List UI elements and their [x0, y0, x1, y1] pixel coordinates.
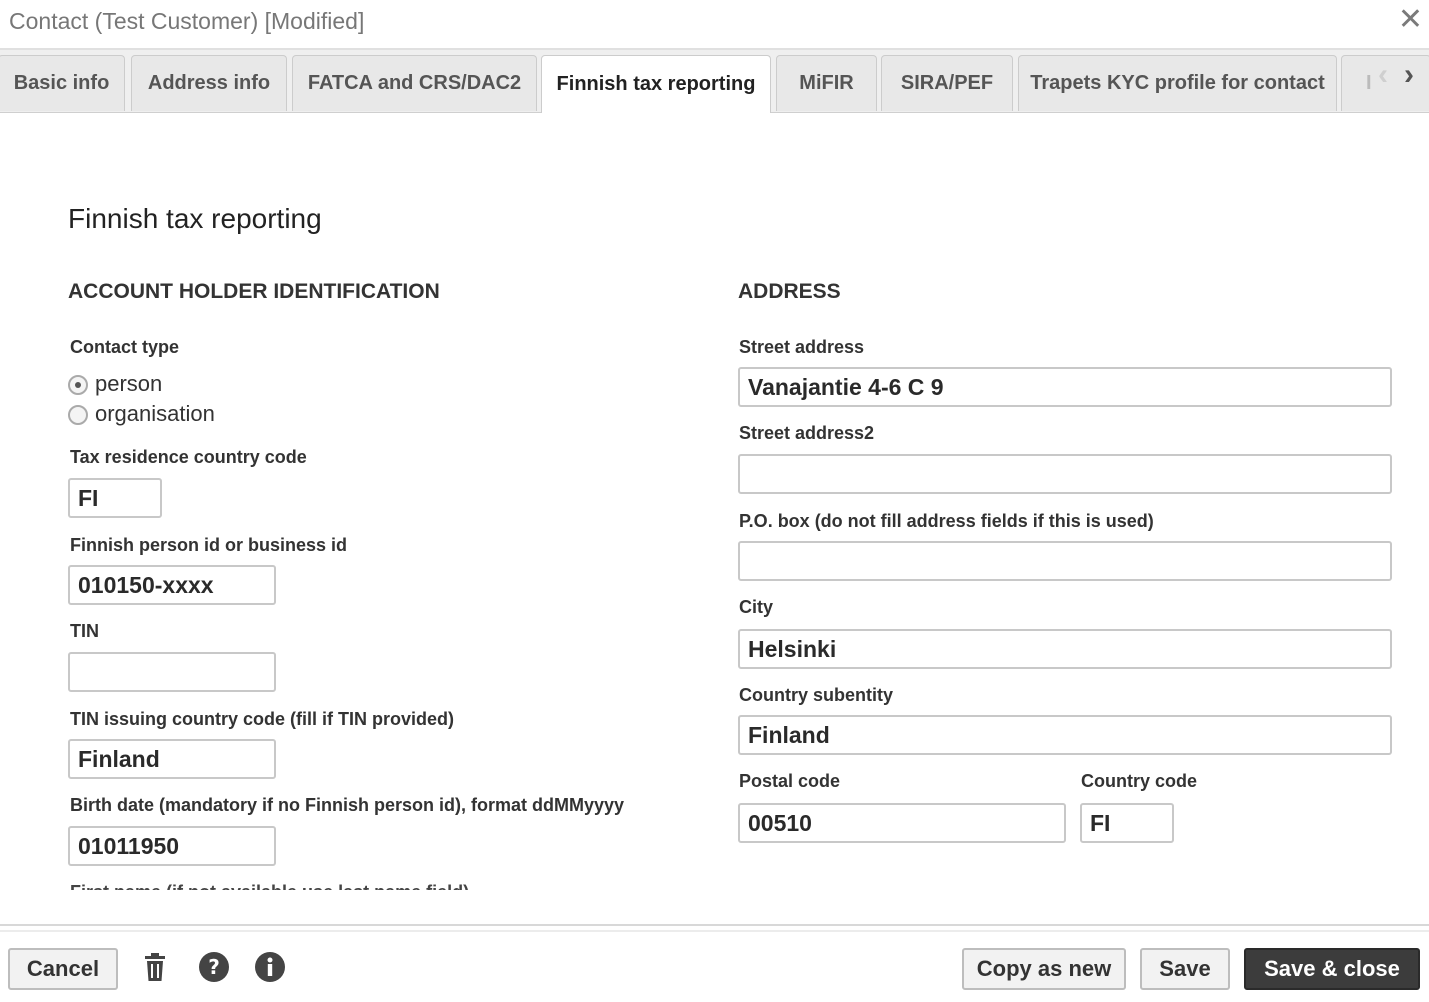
subentity-label: Country subentity [739, 685, 894, 705]
cancel-button[interactable]: Cancel [8, 948, 118, 990]
radio-organisation-label: organisation [95, 401, 215, 426]
street2-label: Street address2 [739, 423, 875, 443]
trash-icon[interactable] [139, 951, 171, 983]
tab-sira-pef[interactable]: SIRA/PEF [881, 55, 1013, 111]
tin-country-input[interactable]: Finland [68, 739, 276, 779]
save-button[interactable]: Save [1140, 948, 1230, 990]
tab-label: Address info [147, 72, 271, 94]
country-code-input[interactable]: FI [1080, 803, 1174, 843]
person-id-input[interactable]: 010150-xxxx [68, 565, 276, 605]
tin-input[interactable] [68, 652, 276, 692]
street2-input[interactable] [738, 454, 1392, 494]
tab-finnish-tax-reporting[interactable]: Finnish tax reporting [541, 55, 771, 113]
country-code-label: Country code [1081, 771, 1198, 791]
close-icon[interactable]: ✕ [1398, 5, 1423, 35]
tab-mifir[interactable]: MiFIR [776, 55, 877, 111]
chevron-right-icon[interactable]: › [1404, 60, 1414, 90]
tab-label: Finnish tax reporting [556, 73, 756, 95]
chevron-left-icon[interactable]: ‹ [1378, 60, 1388, 90]
subentity-input[interactable]: Finland [738, 715, 1392, 755]
help-icon[interactable]: ? [198, 951, 230, 983]
radio-person[interactable] [68, 375, 88, 395]
section-address: ADDRESS [738, 280, 841, 303]
street-label: Street address [739, 337, 865, 357]
contact-type-label: Contact type [70, 337, 180, 357]
tab-address-info[interactable]: Address info [131, 55, 287, 111]
tab-label: I [1366, 72, 1372, 94]
pobox-label: P.O. box (do not fill address fields if … [739, 511, 1154, 531]
tin-country-label: TIN issuing country code (fill if TIN pr… [70, 709, 455, 729]
window-title: Contact (Test Customer) [Modified] [9, 8, 365, 34]
city-input[interactable]: Helsinki [738, 629, 1392, 669]
tab-basic-info[interactable]: Basic info [0, 55, 125, 111]
street-input[interactable]: Vanajantie 4-6 C 9 [738, 367, 1392, 407]
pobox-input[interactable] [738, 541, 1392, 581]
person-id-label: Finnish person id or business id [70, 535, 348, 555]
info-icon[interactable] [254, 951, 286, 983]
birth-date-input[interactable]: 01011950 [68, 826, 276, 866]
radio-organisation[interactable] [68, 405, 88, 425]
postal-code-input[interactable]: 00510 [738, 803, 1066, 843]
postal-code-label: Postal code [739, 771, 841, 791]
tab-label: FATCA and CRS/DAC2 [307, 72, 522, 94]
section-account-holder: ACCOUNT HOLDER IDENTIFICATION [68, 280, 440, 303]
city-label: City [739, 597, 774, 617]
first-name-label: First name (if not available use last na… [70, 882, 469, 890]
tab-label: Trapets KYC profile for contact [1030, 72, 1325, 94]
birth-date-label: Birth date (mandatory if no Finnish pers… [70, 795, 625, 815]
radio-person-label: person [95, 371, 163, 396]
tab-trapets-kyc[interactable]: Trapets KYC profile for contact [1018, 55, 1337, 111]
tab-label: SIRA/PEF [900, 72, 994, 94]
page-title: Finnish tax reporting [68, 203, 322, 234]
tax-residence-label: Tax residence country code [70, 447, 307, 467]
first-name-label-cutoff: First name (if not available use last na… [70, 876, 470, 890]
tax-residence-input[interactable]: FI [68, 478, 162, 518]
footer-divider [0, 930, 1429, 932]
tab-label: Basic info [13, 72, 110, 94]
copy-as-new-button[interactable]: Copy as new [962, 948, 1126, 990]
tin-label: TIN [70, 621, 99, 641]
tab-fatca-crs[interactable]: FATCA and CRS/DAC2 [292, 55, 537, 111]
svg-text:?: ? [208, 955, 220, 979]
tab-bar: Basic info Address info FATCA and CRS/DA… [0, 50, 1429, 113]
save-close-button[interactable]: Save & close [1244, 948, 1420, 990]
tab-label: MiFIR [799, 72, 854, 94]
